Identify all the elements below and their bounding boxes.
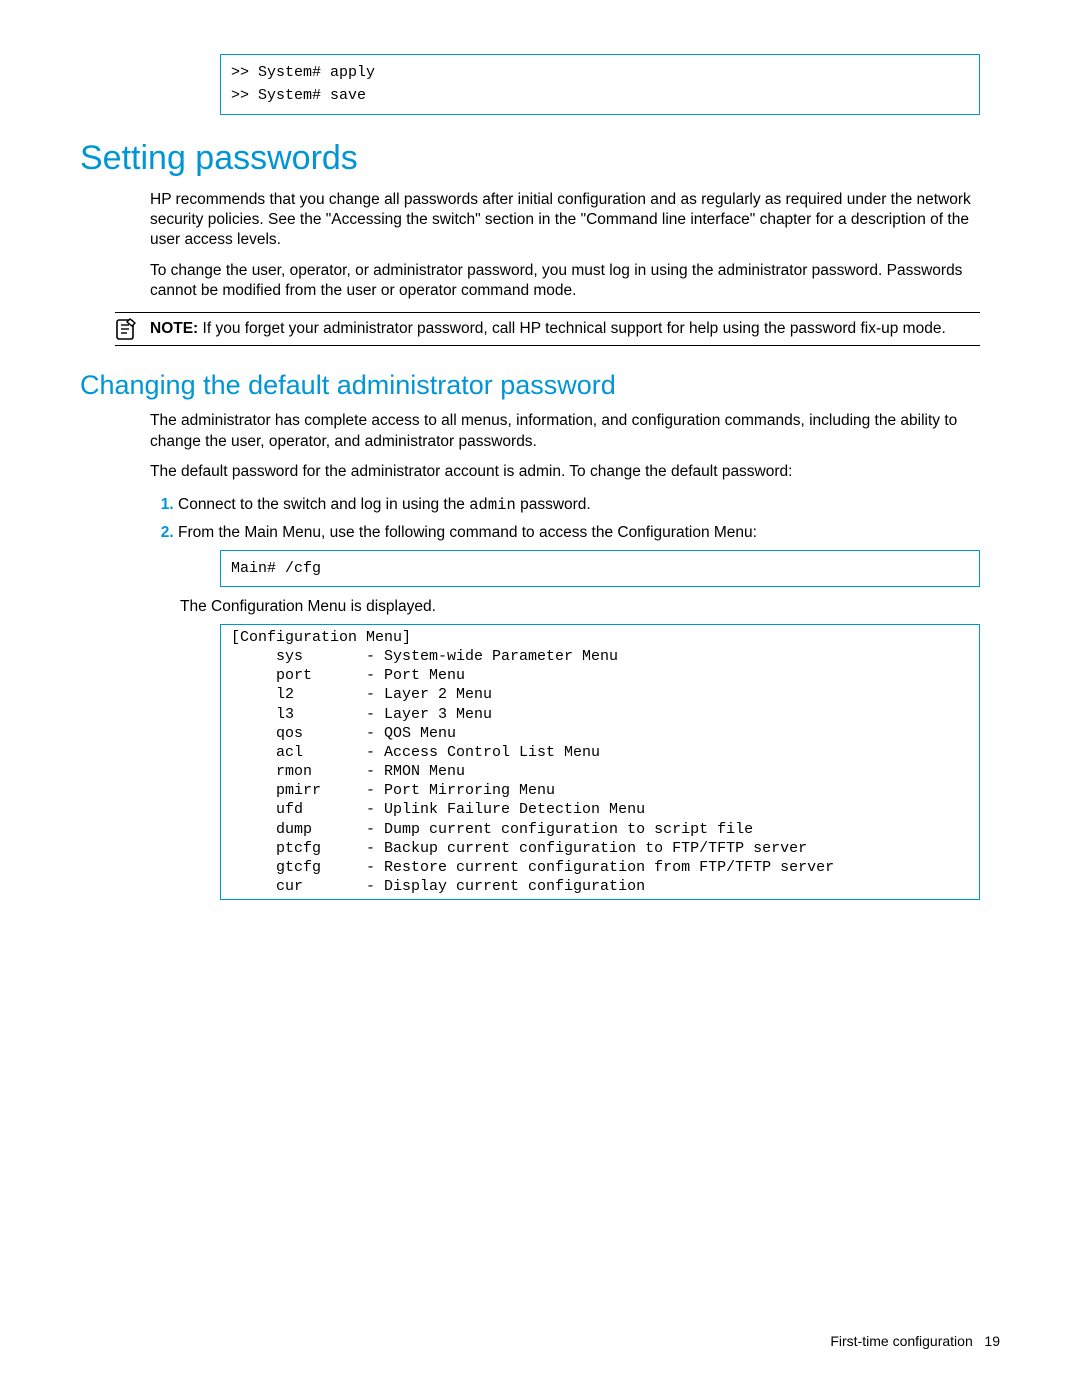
paragraph-default-password: The default password for the administrat… <box>150 462 980 482</box>
paragraph-admin-access: The administrator has complete access to… <box>150 411 980 452</box>
step-1: Connect to the switch and log in using t… <box>178 493 1000 517</box>
heading-changing-admin-password: Changing the default administrator passw… <box>80 370 1000 401</box>
code-block-cfg: Main# /cfg <box>220 550 980 587</box>
code-block-config-menu: [Configuration Menu] sys - System-wide P… <box>220 624 980 901</box>
step-1-text-a: Connect to the switch and log in using t… <box>178 496 469 513</box>
step-1-text-c: password. <box>516 496 591 513</box>
heading-setting-passwords: Setting passwords <box>80 139 1000 178</box>
steps-list: Connect to the switch and log in using t… <box>150 493 1000 545</box>
page-footer: First-time configuration 19 <box>830 1333 1000 1349</box>
document-page: >> System# apply >> System# save Setting… <box>0 0 1080 900</box>
paragraph-change-password: To change the user, operator, or adminis… <box>150 261 980 302</box>
note-label: NOTE: <box>150 320 198 337</box>
paragraph-recommendation: HP recommends that you change all passwo… <box>150 190 980 251</box>
footer-section: First-time configuration <box>830 1333 972 1349</box>
note-text: If you forget your administrator passwor… <box>198 320 946 337</box>
paragraph-config-menu-displayed: The Configuration Menu is displayed. <box>180 597 980 617</box>
footer-page-number: 19 <box>984 1333 1000 1349</box>
note-icon <box>113 317 139 352</box>
note-block: NOTE: If you forget your administrator p… <box>115 312 980 346</box>
step-2: From the Main Menu, use the following co… <box>178 521 1000 544</box>
step-1-admin-literal: admin <box>469 496 516 514</box>
code-block-apply-save: >> System# apply >> System# save <box>220 54 980 115</box>
